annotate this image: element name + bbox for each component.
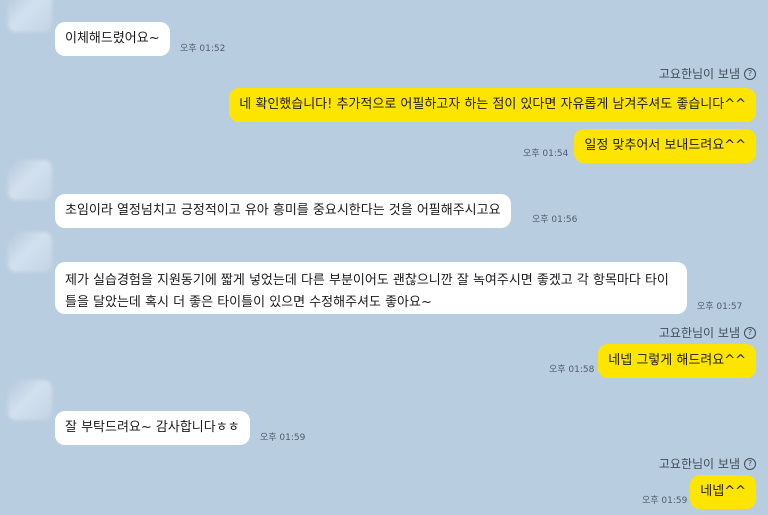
question-circle-icon[interactable]: ? — [744, 326, 756, 339]
sender-name: 고요한님이 보냄 — [658, 457, 740, 471]
message-timestamp: 오후 01:56 — [532, 215, 578, 225]
message-timestamp: 오후 01:59 — [642, 496, 688, 506]
outgoing-message-bubble[interactable]: 네넵^^ — [690, 475, 756, 509]
outgoing-message-bubble[interactable]: 일정 맞추어서 보내드려요^^ — [574, 129, 756, 163]
message-timestamp: 오후 01:59 — [260, 433, 306, 443]
incoming-message-bubble[interactable]: 초임이라 열정넘치고 긍정적이고 유아 흥미를 중요시한다는 것을 어필해주시고… — [55, 194, 511, 228]
avatar[interactable] — [8, 0, 52, 32]
avatar[interactable] — [8, 160, 52, 200]
incoming-message-bubble[interactable]: 제가 실습경험을 지원동기에 짧게 넣었는데 다른 부분이어도 괜찮으니깐 잘 … — [55, 262, 687, 314]
outgoing-message-bubble[interactable]: 네넵 그렇게 해드려요^^ — [598, 344, 756, 378]
sender-name: 고요한님이 보냄 — [658, 326, 740, 340]
avatar[interactable] — [8, 380, 52, 420]
outgoing-message-bubble[interactable]: 네 확인했습니다! 추가적으로 어필하고자 하는 점이 있다면 자유롭게 남겨주… — [229, 88, 756, 122]
message-timestamp: 오후 01:54 — [523, 149, 569, 159]
message-timestamp: 오후 01:57 — [697, 302, 743, 312]
sender-label: 고요한님이 보냄 ? — [659, 324, 756, 341]
message-timestamp: 오후 01:52 — [180, 44, 226, 54]
incoming-message-bubble[interactable]: 잘 부탁드려요~ 감사합니다ㅎㅎ — [55, 411, 250, 445]
sender-name: 고요한님이 보냄 — [658, 67, 740, 81]
avatar[interactable] — [8, 232, 52, 272]
sender-label: 고요한님이 보냄 ? — [659, 455, 756, 472]
question-circle-icon[interactable]: ? — [744, 67, 756, 80]
incoming-message-bubble[interactable]: 이체해드렸어요~ — [55, 22, 170, 56]
question-circle-icon[interactable]: ? — [744, 457, 756, 470]
message-timestamp: 오후 01:58 — [549, 365, 595, 375]
sender-label: 고요한님이 보냄 ? — [659, 65, 756, 82]
